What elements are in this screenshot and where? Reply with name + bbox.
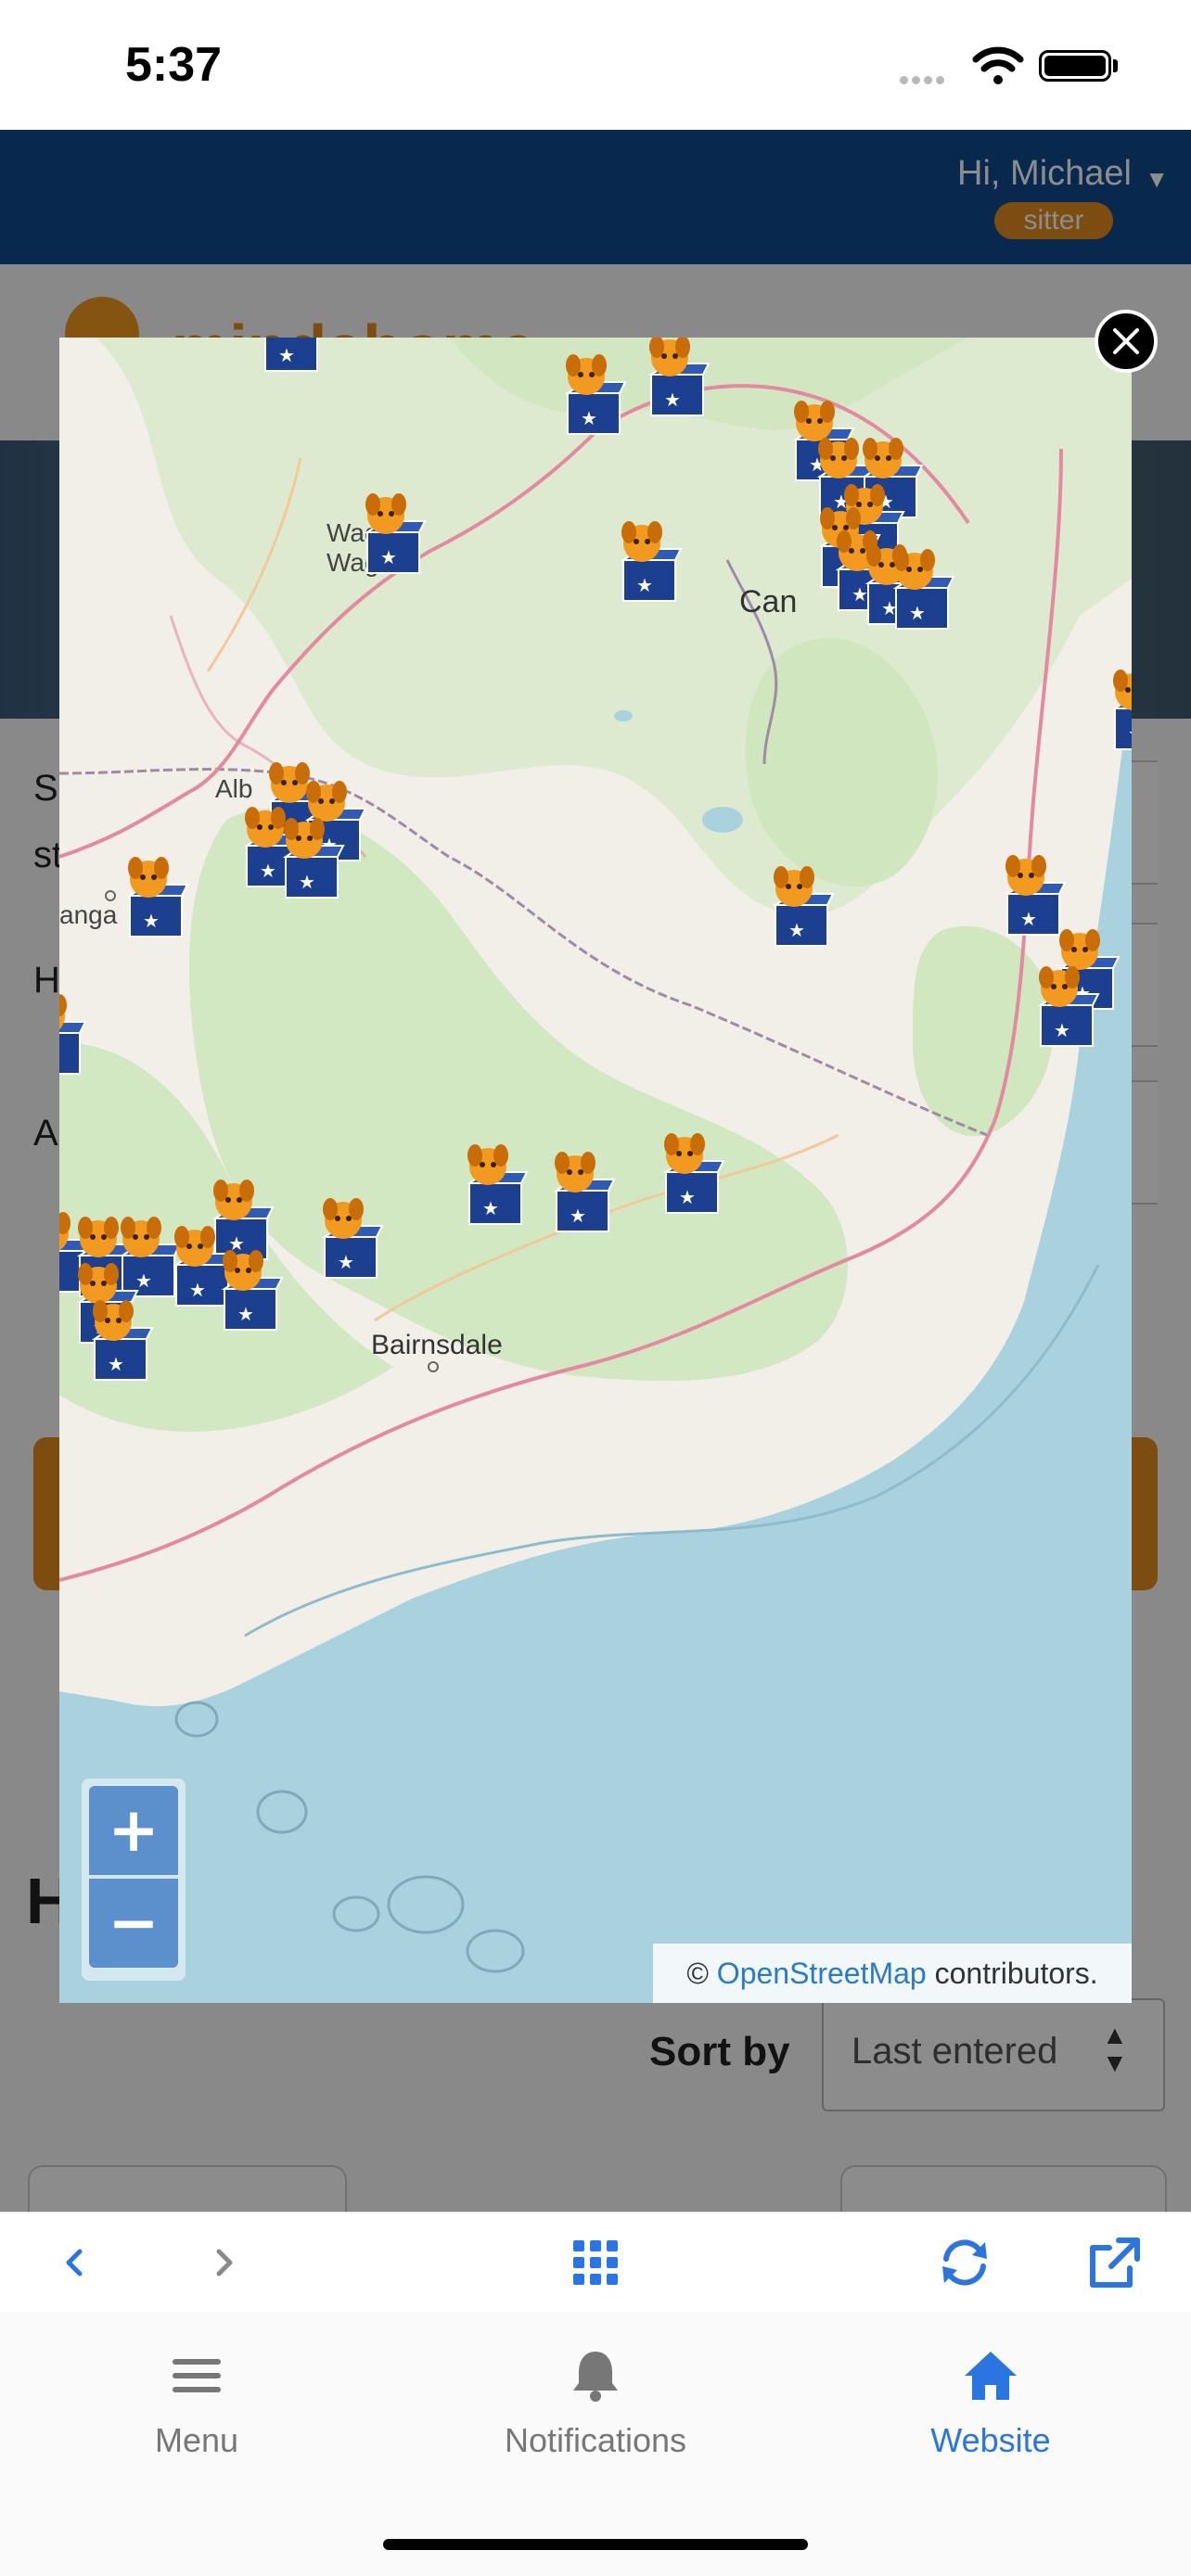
refresh-icon bbox=[942, 2239, 987, 2286]
place-label-bairnsdale: Bairnsdale bbox=[371, 1330, 503, 1360]
map-attribution: © OpenStreetMap contributors. bbox=[653, 1944, 1132, 2003]
back-icon bbox=[66, 2249, 83, 2276]
tab-notifications-label: Notifications bbox=[504, 2421, 687, 2459]
menu-icon bbox=[173, 2359, 221, 2392]
island bbox=[174, 1701, 219, 1738]
battery-tip bbox=[1113, 59, 1118, 72]
open-external-button[interactable] bbox=[1078, 2225, 1152, 2300]
island bbox=[466, 1929, 525, 1973]
place-label-canberra: Can bbox=[739, 584, 797, 619]
tab-website[interactable]: Website bbox=[852, 2346, 1130, 2485]
status-time: 5:37 bbox=[125, 38, 223, 92]
close-icon bbox=[1113, 328, 1139, 354]
tab-menu[interactable]: Menu bbox=[58, 2346, 336, 2485]
place-label-wangaratta: anga bbox=[59, 900, 118, 929]
grid-icon bbox=[573, 2240, 618, 2285]
forward-button[interactable] bbox=[187, 2225, 262, 2300]
home-icon bbox=[965, 2352, 1017, 2400]
attribution-suffix: contributors. bbox=[934, 1957, 1098, 1990]
island bbox=[332, 1895, 380, 1932]
apps-button[interactable] bbox=[558, 2225, 633, 2300]
house-sitting-marker-icon bbox=[1112, 669, 1132, 750]
forward-icon bbox=[216, 2249, 233, 2276]
zoom-out-button[interactable]: − bbox=[89, 1879, 178, 1968]
tab-menu-label: Menu bbox=[154, 2421, 239, 2459]
battery-icon bbox=[1039, 50, 1111, 82]
island bbox=[256, 1790, 308, 1834]
refresh-button[interactable] bbox=[928, 2225, 1002, 2300]
openstreetmap-link[interactable]: OpenStreetMap bbox=[717, 1957, 927, 1990]
lake bbox=[614, 710, 633, 721]
place-label-albury: Alb bbox=[215, 774, 252, 803]
attribution-prefix: © bbox=[686, 1957, 709, 1990]
back-button[interactable] bbox=[37, 2225, 111, 2300]
island bbox=[387, 1875, 465, 1934]
map-canvas[interactable]: Wag Wag Can Alb anga Bairnsdale ★ bbox=[59, 338, 1132, 2003]
map-modal[interactable]: Wag Wag Can Alb anga Bairnsdale ★ bbox=[59, 338, 1132, 2003]
cellular-signal-icon bbox=[900, 72, 948, 89]
wifi-icon bbox=[972, 46, 1024, 84]
tab-website-label: Website bbox=[930, 2421, 1051, 2459]
home-indicator bbox=[383, 2539, 808, 2550]
tab-notifications[interactable]: Notifications bbox=[456, 2346, 735, 2485]
close-map-button[interactable] bbox=[1095, 310, 1158, 373]
lake bbox=[702, 807, 743, 833]
bell-icon bbox=[573, 2352, 618, 2402]
open-external-icon bbox=[1090, 2238, 1140, 2288]
house-sitting-marker-icon bbox=[263, 338, 324, 372]
zoom-in-button[interactable]: + bbox=[89, 1786, 178, 1875]
